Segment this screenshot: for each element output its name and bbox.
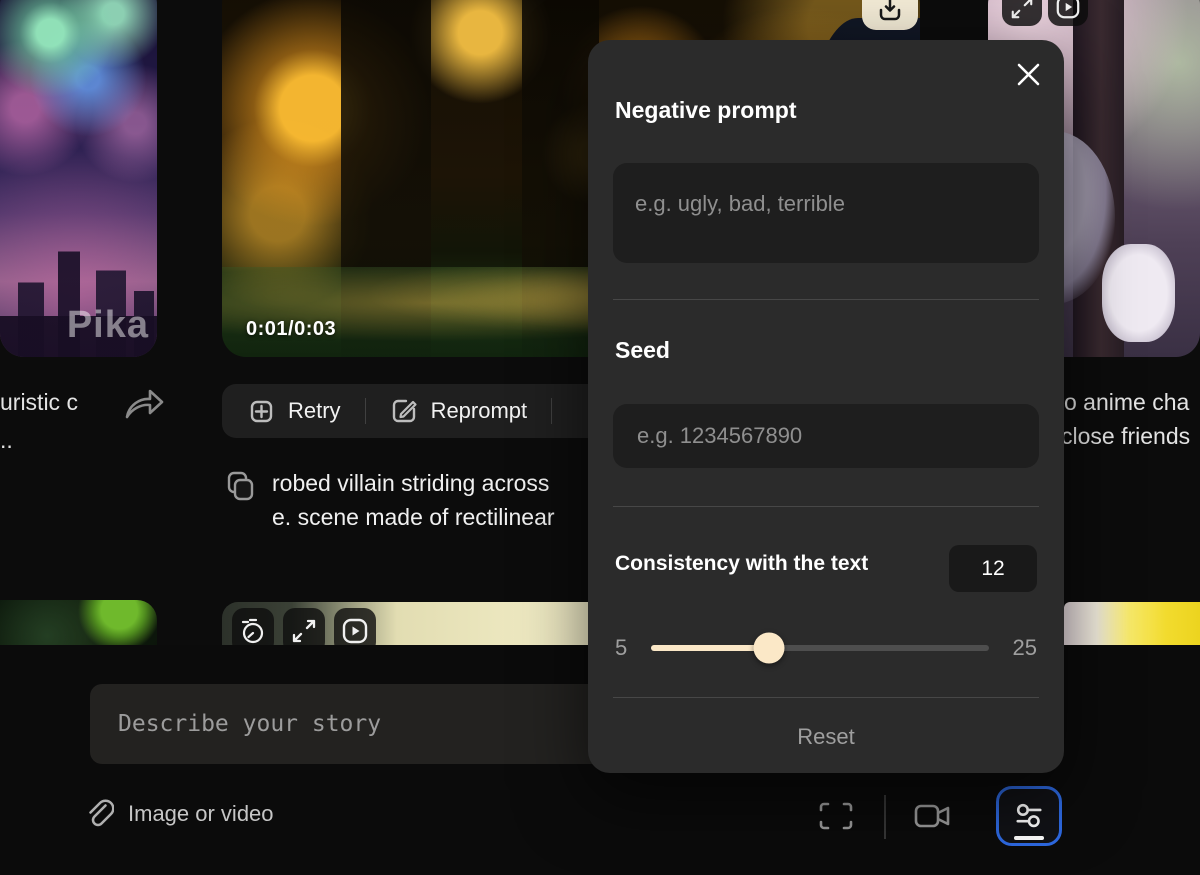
close-button[interactable] — [1010, 56, 1046, 92]
seed-label: Seed — [615, 337, 670, 364]
slider-thumb[interactable] — [754, 633, 785, 664]
expand-arrows-icon — [1010, 0, 1034, 20]
section-divider — [613, 299, 1039, 300]
pika-watermark: Pika — [67, 304, 149, 347]
consistency-slider[interactable] — [651, 645, 988, 651]
negative-prompt-label: Negative prompt — [615, 97, 796, 124]
white-bag — [1102, 244, 1174, 342]
copy-icon[interactable] — [227, 471, 255, 503]
right-caption-line2: close friends — [1061, 423, 1190, 450]
slider-min-label: 5 — [615, 635, 627, 661]
attach-media-label: Image or video — [128, 801, 274, 827]
reprompt-button[interactable]: Reprompt — [390, 397, 528, 425]
consistency-label: Consistency with the text — [615, 552, 868, 576]
plus-square-icon — [248, 398, 275, 425]
retry-button[interactable]: Retry — [248, 398, 341, 425]
video-timestamp: 0:01/0:03 — [246, 318, 336, 341]
prompt-text-line1: robed villain striding across — [272, 470, 549, 497]
left-caption-line1: uristic c — [0, 389, 78, 416]
sliders-icon — [1010, 797, 1048, 835]
reset-button[interactable]: Reset — [588, 720, 1064, 754]
paperclip-icon — [84, 797, 114, 830]
attach-media-button[interactable]: Image or video — [84, 797, 274, 830]
consistency-value[interactable]: 12 — [949, 545, 1037, 592]
share-arrow-icon[interactable] — [120, 383, 166, 425]
play-square-icon — [1055, 0, 1081, 20]
video-camera-icon[interactable] — [912, 800, 954, 832]
toolbar-divider — [551, 398, 552, 424]
stopwatch-icon — [240, 617, 266, 645]
play-square-icon — [341, 617, 369, 645]
toolbar-divider — [365, 398, 366, 424]
reprompt-label: Reprompt — [431, 398, 528, 424]
video-action-toolbar: Retry Reprompt — [222, 384, 642, 438]
play-video-button[interactable] — [1048, 0, 1088, 26]
expand-video-button[interactable] — [1002, 0, 1042, 26]
section-divider — [613, 697, 1039, 698]
prompt-text-line2: e. scene made of rectilinear — [272, 504, 555, 531]
controls-divider — [884, 795, 886, 839]
retry-label: Retry — [288, 398, 341, 424]
video-thumbnail-fireworks[interactable]: Pika — [0, 0, 157, 357]
close-icon — [1015, 61, 1042, 88]
negative-prompt-input[interactable] — [613, 163, 1039, 263]
generation-settings-modal: Negative prompt Seed Consistency with th… — [588, 40, 1064, 773]
section-divider — [613, 506, 1039, 507]
download-icon — [877, 0, 903, 24]
slider-fill — [651, 645, 769, 651]
frame-corners-icon[interactable] — [818, 801, 854, 831]
settings-button[interactable] — [996, 786, 1062, 846]
expand-arrows-icon — [291, 618, 317, 644]
left-caption-line2: .. — [0, 427, 13, 454]
download-button[interactable] — [862, 0, 918, 30]
consistency-slider-row: 5 25 — [615, 628, 1037, 668]
edit-pencil-icon — [390, 397, 418, 425]
slider-max-label: 25 — [1013, 635, 1037, 661]
right-caption-line1: o anime cha — [1064, 389, 1189, 416]
seed-input[interactable] — [613, 404, 1039, 468]
